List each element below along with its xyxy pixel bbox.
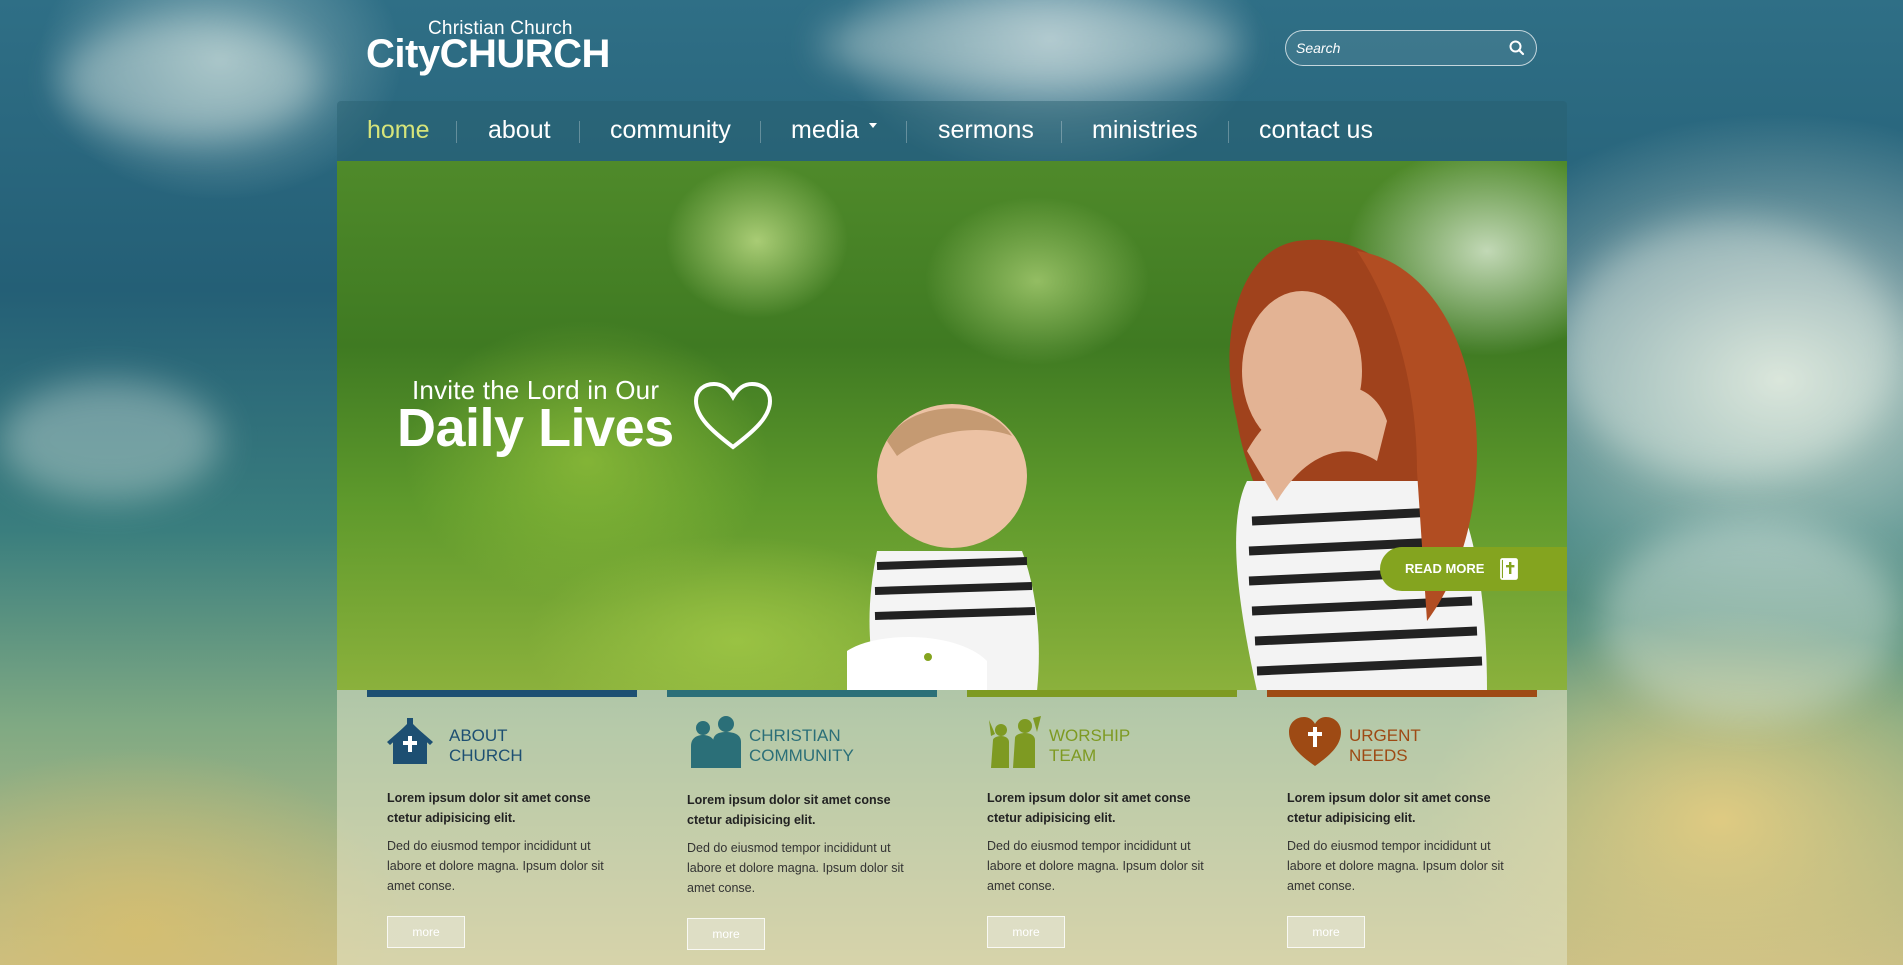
background-cloud <box>820 0 1240 90</box>
features-section: ABOUT CHURCH Lorem ipsum dolor sit amet … <box>337 690 1567 965</box>
feature-lead-text: Lorem ipsum dolor sit amet conse ctetur … <box>1287 791 1491 825</box>
background-cloud <box>1600 520 1900 720</box>
feature-title-line1: WORSHIP <box>1049 726 1131 745</box>
nav-item-home[interactable]: home <box>367 116 430 145</box>
read-more-label: READ MORE <box>1405 561 1485 576</box>
feature-title-line2: COMMUNITY <box>749 746 854 765</box>
feature-title-line1: URGENT <box>1349 726 1421 745</box>
slider-dot-1[interactable] <box>923 652 933 662</box>
feature-title[interactable]: ABOUT CHURCH <box>449 726 523 766</box>
heart-cross-icon <box>1289 717 1341 766</box>
nav-separator <box>760 121 761 143</box>
feature-title-line2: CHURCH <box>449 746 523 765</box>
nav-item-sermons[interactable]: sermons <box>938 116 1034 145</box>
feature-title-line2: NEEDS <box>1349 746 1408 765</box>
feature-christian-community: CHRISTIAN COMMUNITY Lorem ipsum dolor si… <box>667 690 937 965</box>
nav-item-contact-us[interactable]: contact us <box>1259 116 1373 145</box>
feature-color-bar <box>667 690 937 697</box>
search-box <box>1285 30 1537 66</box>
search-input[interactable] <box>1296 37 1496 59</box>
church-icon <box>387 718 433 764</box>
woman-photo-illustration <box>1229 239 1487 690</box>
feature-title[interactable]: URGENT NEEDS <box>1349 726 1421 766</box>
chevron-down-icon <box>869 122 878 128</box>
slider-dot-2[interactable] <box>943 652 953 662</box>
feature-body-text: Ded do eiusmod tempor incididunt ut labo… <box>987 839 1204 893</box>
feature-title-line2: TEAM <box>1049 746 1097 765</box>
nav-item-community[interactable]: community <box>610 116 731 145</box>
feature-lead-text: Lorem ipsum dolor sit amet conse ctetur … <box>987 791 1191 825</box>
slider-dot-3[interactable] <box>963 652 973 662</box>
search-icon[interactable] <box>1508 39 1526 57</box>
feature-body-text: Ded do eiusmod tempor incididunt ut labo… <box>687 841 904 895</box>
feature-color-bar <box>1267 690 1537 697</box>
read-more-button[interactable]: READ MORE <box>1380 547 1567 591</box>
feature-title[interactable]: CHRISTIAN COMMUNITY <box>749 726 854 766</box>
background-cloud <box>1560 220 1900 480</box>
hero-slider: Invite the Lord in Our Daily Lives READ … <box>337 161 1567 690</box>
feature-title-line1: ABOUT <box>449 726 508 745</box>
nav-separator <box>1228 121 1229 143</box>
more-button[interactable]: more <box>987 916 1065 948</box>
nav-separator <box>579 121 580 143</box>
nav-separator <box>1061 121 1062 143</box>
heart-outline-icon <box>693 381 773 450</box>
nav-item-media[interactable]: media <box>791 116 878 145</box>
feature-title[interactable]: WORSHIP TEAM <box>1049 726 1130 766</box>
feature-lead-text: Lorem ipsum dolor sit amet conse ctetur … <box>687 793 891 827</box>
main-nav: home about community media sermons minis… <box>337 101 1567 161</box>
feature-title-line1: CHRISTIAN <box>749 726 841 745</box>
background-cloud <box>60 20 320 140</box>
feature-color-bar <box>967 690 1237 697</box>
logo-title: CityCHURCH <box>366 32 610 76</box>
feature-color-bar <box>367 690 637 697</box>
bible-icon <box>1500 558 1518 580</box>
background-cloud <box>0 380 220 500</box>
feature-lead-text: Lorem ipsum dolor sit amet conse ctetur … <box>387 791 591 825</box>
more-button[interactable]: more <box>687 918 765 950</box>
more-button[interactable]: more <box>1287 916 1365 948</box>
nav-separator <box>906 121 907 143</box>
nav-item-about[interactable]: about <box>488 116 551 145</box>
slide-headline: Daily Lives <box>397 398 674 458</box>
feature-body-text: Ded do eiusmod tempor incididunt ut labo… <box>1287 839 1504 893</box>
feature-body-text: Ded do eiusmod tempor incididunt ut labo… <box>387 839 604 893</box>
community-icon <box>691 716 741 768</box>
nav-separator <box>456 121 457 143</box>
nav-item-media-label: media <box>791 116 860 144</box>
baby-photo-illustration <box>847 404 1039 690</box>
feature-about-church: ABOUT CHURCH Lorem ipsum dolor sit amet … <box>367 690 637 965</box>
nav-item-ministries[interactable]: ministries <box>1092 116 1198 145</box>
worship-icon <box>989 716 1041 768</box>
feature-worship-team: WORSHIP TEAM Lorem ipsum dolor sit amet … <box>967 690 1237 965</box>
feature-urgent-needs: URGENT NEEDS Lorem ipsum dolor sit amet … <box>1267 690 1537 965</box>
more-button[interactable]: more <box>387 916 465 948</box>
